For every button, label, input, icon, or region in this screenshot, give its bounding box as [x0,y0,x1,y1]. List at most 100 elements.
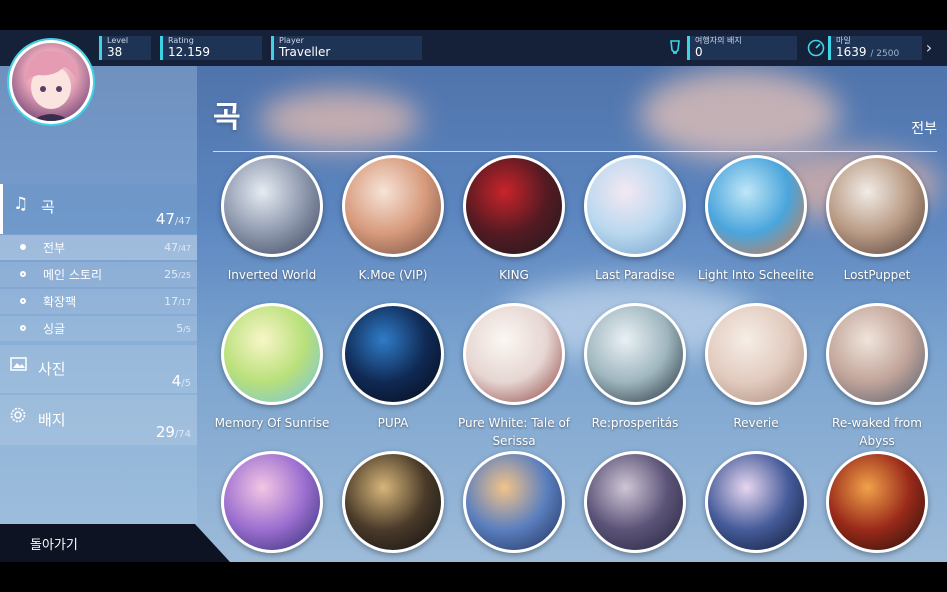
level-stat: Level 38 [99,36,151,60]
top-hud-bar: Level 38 Rating 12.159 Player Traveller … [0,30,947,66]
level-value: 38 [107,45,123,59]
song-title: LostPuppet [843,268,911,282]
song-jacket-art [221,303,323,405]
song-card[interactable]: Re:prosperitás [575,303,695,432]
badge-label: 여행자의 배지 [695,36,742,45]
subcategory-all[interactable]: 전부 47/47 [0,235,197,260]
song-card[interactable]: Memory Of Sunrise [212,303,332,432]
header-divider [213,151,937,152]
badge-stat[interactable]: 여행자의 배지 0 [687,36,797,60]
song-jacket-art [221,451,323,553]
song-collection-screen: Level 38 Rating 12.159 Player Traveller … [0,30,947,562]
category-songs[interactable]: ♫ 곡 47/47 [0,184,197,234]
song-title: Re:prosperitás [591,416,679,430]
song-title: Inverted World [227,268,317,282]
song-title: KING [499,268,529,282]
radio-indicator [20,271,26,277]
song-title: Reverie [733,416,779,430]
song-card[interactable]: Pure White: Tale of Serissa [454,303,574,450]
song-jacket-art [826,303,928,405]
song-jacket-art [584,451,686,553]
subcategory-count: 5/5 [176,322,191,335]
song-title: Last Paradise [595,268,675,282]
song-jacket-art [463,155,565,257]
filter-label[interactable]: 전부 [911,118,937,138]
category-songs-count: 47/47 [155,210,191,228]
song-card[interactable]: Re-waked from Abyss [817,303,937,450]
category-sidebar: ♫ 곡 47/47 전부 47/47 메인 스토리 25/25 확장팩 17/1… [0,66,197,562]
song-jacket-art [584,155,686,257]
badge-value: 0 [695,45,703,59]
photo-icon [10,357,27,375]
song-card[interactable] [575,451,695,553]
player-stat: Player Traveller [271,36,422,60]
song-jacket-art [342,451,444,553]
song-title: Memory Of Sunrise [214,416,330,430]
song-jacket-art [705,303,807,405]
category-photos[interactable]: 사진 4/5 [0,345,197,393]
song-jacket-art [705,451,807,553]
stamina-value: 1639 / 2500 [836,45,900,60]
song-card[interactable] [333,451,453,553]
song-jacket-art [342,303,444,405]
subcategory-main-story[interactable]: 메인 스토리 25/25 [0,262,197,287]
song-card[interactable]: Last Paradise [575,155,695,284]
category-songs-label: 곡 [41,198,55,216]
back-button[interactable]: 돌아가기 [0,524,230,562]
song-title: K.Moe (VIP) [358,268,428,282]
subcategory-count: 25/25 [164,268,191,281]
song-card[interactable] [696,451,816,553]
background-cloud [640,70,840,160]
song-jacket-art [584,303,686,405]
song-jacket-art [463,303,565,405]
song-card[interactable] [212,451,332,553]
song-title: Light Into Scheelite [697,268,815,282]
subcategory-count: 17/17 [164,295,191,308]
selected-indicator [20,244,26,250]
subcategory-label: 싱글 [43,322,66,336]
song-card[interactable]: PUPA [333,303,453,432]
subcategory-label: 전부 [43,241,66,255]
category-badges-label: 배지 [38,411,66,429]
rating-value: 12.159 [168,45,210,59]
subcategory-label: 확장팩 [43,295,77,309]
player-name: Traveller [279,45,331,59]
rating-stat: Rating 12.159 [160,36,262,60]
song-title: Re-waked from Abyss [832,416,922,448]
background-cloud [260,90,420,150]
stamina-stat[interactable]: 마일 1639 / 2500 [828,36,922,60]
song-card[interactable]: LostPuppet [817,155,937,284]
music-note-icon: ♫ [13,194,29,214]
song-jacket-art [826,155,928,257]
song-card[interactable]: Light Into Scheelite [696,155,816,284]
song-card[interactable]: Inverted World [212,155,332,284]
song-card[interactable] [817,451,937,553]
song-card[interactable]: Reverie [696,303,816,432]
back-button-label: 돌아가기 [30,538,78,553]
song-jacket-art [221,155,323,257]
category-badges[interactable]: 배지 29/74 [0,395,197,445]
player-avatar[interactable] [9,40,93,124]
song-card[interactable]: KING [454,155,574,284]
song-jacket-art [463,451,565,553]
song-jacket-art [342,155,444,257]
category-badges-count: 29/74 [155,423,191,441]
subcategory-label: 메인 스토리 [43,268,103,282]
subcategory-single[interactable]: 싱글 5/5 [0,316,197,341]
song-card[interactable]: K.Moe (VIP) [333,155,453,284]
song-card[interactable] [454,451,574,553]
category-photos-label: 사진 [38,360,66,378]
page-title: 곡 [213,100,241,135]
category-photos-count: 4/5 [171,372,191,390]
subcategory-count: 47/47 [164,241,191,254]
radio-indicator [20,325,26,331]
song-title: PUPA [377,416,409,430]
radio-indicator [20,298,26,304]
song-title: Pure White: Tale of Serissa [457,416,571,448]
subcategory-expansion[interactable]: 확장팩 17/17 [0,289,197,314]
stamina-gauge-icon [807,39,825,57]
badge-icon [670,40,680,54]
song-jacket-art [705,155,807,257]
chevron-right-icon[interactable]: › [918,36,940,60]
badge-gear-icon [10,407,26,428]
